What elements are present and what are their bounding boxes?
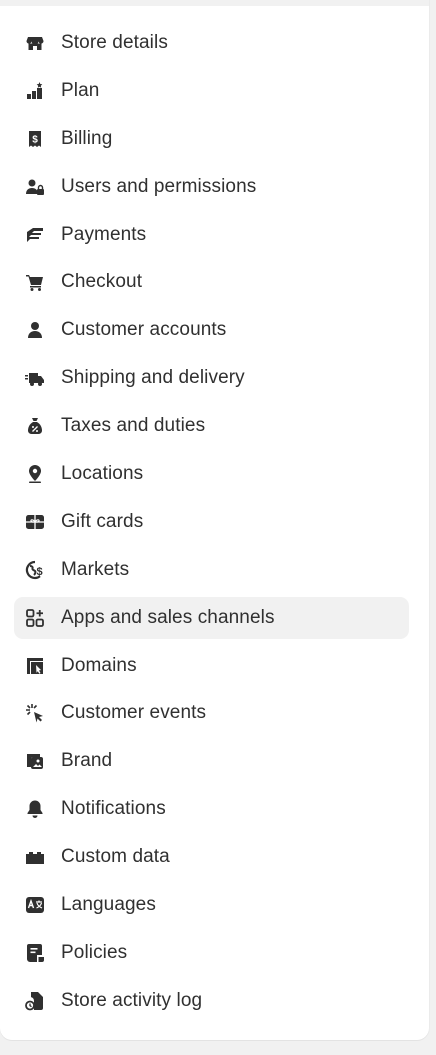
nav-item-billing[interactable]: $ Billing <box>14 118 409 160</box>
nav-label: Customer accounts <box>61 319 227 341</box>
nav-item-taxes-and-duties[interactable]: Taxes and duties <box>14 405 409 447</box>
nav-label: Billing <box>61 127 113 149</box>
location-pin-icon <box>24 463 46 485</box>
nav-item-custom-data[interactable]: Custom data <box>14 836 409 878</box>
nav-item-markets[interactable]: $ Markets <box>14 549 409 591</box>
nav-label: Brand <box>61 750 113 772</box>
policies-icon <box>24 942 46 964</box>
plan-icon <box>24 80 46 102</box>
nav-label: Domains <box>61 654 137 676</box>
cursor-click-icon <box>24 702 46 724</box>
nav-label: Checkout <box>61 271 143 293</box>
svg-text:$: $ <box>36 566 42 578</box>
nav-label: Locations <box>61 463 144 485</box>
nav-item-apps-and-sales-channels[interactable]: Apps and sales channels <box>14 596 409 639</box>
nav-item-notifications[interactable]: Notifications <box>14 788 409 830</box>
truck-icon <box>24 367 46 389</box>
tax-bag-icon <box>24 415 46 437</box>
nav-item-domains[interactable]: Domains <box>14 645 409 687</box>
person-icon <box>24 319 46 341</box>
bell-icon <box>24 798 46 820</box>
nav-label: Notifications <box>61 798 166 820</box>
nav-label: Policies <box>61 941 128 963</box>
nav-item-plan[interactable]: Plan <box>14 70 409 112</box>
nav-item-locations[interactable]: Locations <box>14 453 409 495</box>
nav-item-policies[interactable]: Policies <box>14 932 409 974</box>
nav-item-languages[interactable]: Languages <box>14 884 409 926</box>
nav-label: Gift cards <box>61 510 144 532</box>
nav-item-gift-cards[interactable]: Gift cards <box>14 501 409 543</box>
nav-item-customer-events[interactable]: Customer events <box>14 692 409 734</box>
activity-log-icon <box>24 990 46 1012</box>
nav-item-store-activity-log[interactable]: Store activity log <box>14 980 409 1022</box>
nav-label: Payments <box>61 223 147 245</box>
store-icon <box>24 32 46 54</box>
nav-item-store-details[interactable]: Store details <box>14 22 409 64</box>
nav-label: Customer events <box>61 702 207 724</box>
domains-icon <box>24 655 46 677</box>
nav-item-shipping-and-delivery[interactable]: Shipping and delivery <box>14 357 409 399</box>
nav-item-customer-accounts[interactable]: Customer accounts <box>14 309 409 351</box>
users-icon <box>24 176 46 198</box>
svg-text:$: $ <box>32 134 38 145</box>
nav-label: Shipping and delivery <box>61 367 245 389</box>
nav-label: Users and permissions <box>61 175 257 197</box>
settings-nav-panel: Store details Plan $ Billing Users and p… <box>0 0 429 1040</box>
nav-label: Store activity log <box>61 989 203 1011</box>
nav-label: Languages <box>61 894 156 916</box>
nav-item-checkout[interactable]: Checkout <box>14 261 409 303</box>
globe-icon: $ <box>24 559 46 581</box>
cart-icon <box>24 271 46 293</box>
language-icon <box>24 894 46 916</box>
nav-item-users-and-permissions[interactable]: Users and permissions <box>14 166 409 208</box>
nav-label: Custom data <box>61 846 170 868</box>
nav-label: Taxes and duties <box>61 415 206 437</box>
nav-label: Apps and sales channels <box>61 606 275 628</box>
nav-item-payments[interactable]: Payments <box>14 214 409 256</box>
billing-icon: $ <box>24 128 46 150</box>
nav-label: Store details <box>61 32 168 53</box>
settings-nav-list: Store details Plan $ Billing Users and p… <box>14 22 409 1028</box>
nav-item-brand[interactable]: Brand <box>14 740 409 782</box>
top-strip <box>0 0 429 6</box>
nav-label: Markets <box>61 558 130 580</box>
brand-icon <box>24 750 46 772</box>
custom-data-icon <box>24 846 46 868</box>
apps-icon <box>24 607 46 629</box>
gift-card-icon <box>24 511 46 533</box>
payments-icon <box>24 224 46 246</box>
nav-label: Plan <box>61 79 100 101</box>
